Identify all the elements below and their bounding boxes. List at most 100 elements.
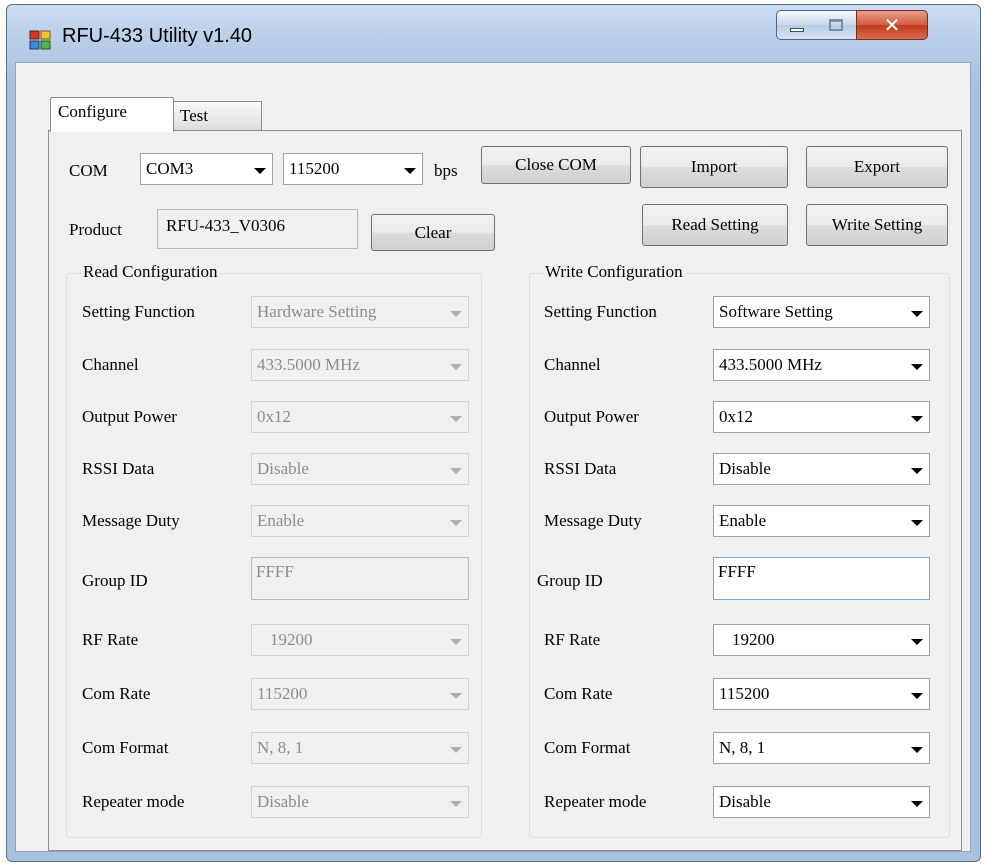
- com-port-select[interactable]: COM3: [140, 153, 273, 185]
- read-repeater-mode-select: Disable: [251, 786, 469, 818]
- minimize-button[interactable]: [776, 10, 817, 40]
- chevron-down-icon: [450, 747, 462, 753]
- write-setting-function-value: Software Setting: [719, 302, 833, 321]
- read-com-format-label: Com Format: [82, 738, 169, 757]
- write-com-format-label: Com Format: [544, 738, 631, 757]
- read-rf-rate-select: 19200: [251, 624, 469, 656]
- read-configuration-title: Read Configuration: [81, 262, 220, 282]
- read-setting-function-select: Hardware Setting: [251, 296, 469, 328]
- tab-configure[interactable]: Configure: [50, 97, 174, 132]
- write-configuration-title: Write Configuration: [543, 262, 685, 282]
- product-field: RFU-433_V0306: [157, 209, 358, 249]
- chevron-down-icon: [450, 801, 462, 807]
- write-repeater-mode-select[interactable]: Disable: [713, 786, 930, 818]
- chevron-down-icon: [911, 416, 923, 422]
- write-repeater-mode-label: Repeater mode: [544, 792, 647, 811]
- write-channel-select[interactable]: 433.5000 MHz: [713, 349, 930, 381]
- write-com-rate-label: Com Rate: [544, 684, 613, 703]
- read-setting-function-value: Hardware Setting: [257, 302, 377, 321]
- read-channel-value: 433.5000 MHz: [257, 355, 360, 374]
- write-rssi-data-value: Disable: [719, 459, 771, 478]
- write-group-id-input[interactable]: FFFF: [713, 557, 930, 600]
- read-rf-rate-label: RF Rate: [82, 630, 139, 649]
- write-output-power-value: 0x12: [719, 407, 753, 426]
- write-setting-button[interactable]: Write Setting: [806, 204, 948, 246]
- maximize-button[interactable]: [816, 10, 857, 40]
- read-rssi-data-select: Disable: [251, 453, 469, 485]
- chevron-down-icon: [911, 468, 923, 474]
- read-message-duty-label: Message Duty: [82, 511, 180, 530]
- app-window-icon: [29, 30, 51, 50]
- read-channel-select: 433.5000 MHz: [251, 349, 469, 381]
- read-group-id-value: FFFF: [256, 562, 294, 581]
- chevron-down-icon: [911, 801, 923, 807]
- close-button[interactable]: ✕: [856, 10, 928, 40]
- chevron-down-icon: [911, 311, 923, 317]
- com-port-value: COM3: [146, 159, 194, 178]
- read-com-format-select: N, 8, 1: [251, 732, 469, 764]
- chevron-down-icon: [404, 168, 416, 174]
- export-button[interactable]: Export: [806, 146, 948, 188]
- chevron-down-icon: [450, 468, 462, 474]
- write-group-id-value: FFFF: [718, 562, 756, 581]
- write-repeater-mode-value: Disable: [719, 792, 771, 811]
- chevron-down-icon: [911, 693, 923, 699]
- read-message-duty-select: Enable: [251, 505, 469, 537]
- write-rssi-data-select[interactable]: Disable: [713, 453, 930, 485]
- clear-button[interactable]: Clear: [371, 214, 495, 251]
- read-setting-function-label: Setting Function: [82, 302, 195, 321]
- write-message-duty-value: Enable: [719, 511, 767, 530]
- read-group-id-label: Group ID: [82, 571, 148, 590]
- read-rssi-data-label: RSSI Data: [82, 459, 155, 478]
- write-setting-function-select[interactable]: Software Setting: [713, 296, 930, 328]
- write-com-rate-value: 115200: [719, 684, 770, 703]
- read-com-rate-select: 115200: [251, 678, 469, 710]
- write-channel-label: Channel: [544, 355, 601, 374]
- read-com-rate-label: Com Rate: [82, 684, 151, 703]
- chevron-down-icon: [450, 311, 462, 317]
- read-com-rate-value: 115200: [257, 684, 308, 703]
- baud-rate-select[interactable]: 115200: [283, 153, 423, 185]
- read-rssi-data-value: Disable: [257, 459, 309, 478]
- write-channel-value: 433.5000 MHz: [719, 355, 822, 374]
- write-message-duty-label: Message Duty: [544, 511, 642, 530]
- chevron-down-icon: [450, 416, 462, 422]
- write-output-power-select[interactable]: 0x12: [713, 401, 930, 433]
- chevron-down-icon: [254, 168, 266, 174]
- close-icon: ✕: [883, 13, 901, 37]
- baud-rate-value: 115200: [289, 159, 340, 178]
- read-setting-button[interactable]: Read Setting: [642, 204, 788, 246]
- read-repeater-mode-label: Repeater mode: [82, 792, 185, 811]
- chevron-down-icon: [911, 639, 923, 645]
- maximize-icon: [829, 19, 843, 31]
- tab-test[interactable]: Test: [172, 101, 262, 131]
- write-com-format-select[interactable]: N, 8, 1: [713, 732, 930, 764]
- chevron-down-icon: [911, 364, 923, 370]
- close-com-button[interactable]: Close COM: [481, 146, 631, 184]
- write-com-format-value: N, 8, 1: [719, 738, 766, 757]
- read-group-id-field: FFFF: [251, 557, 469, 600]
- minimize-icon: [790, 28, 804, 32]
- write-group-id-label: Group ID: [537, 571, 603, 590]
- chevron-down-icon: [911, 520, 923, 526]
- read-output-power-label: Output Power: [82, 407, 177, 426]
- read-output-power-select: 0x12: [251, 401, 469, 433]
- read-repeater-mode-value: Disable: [257, 792, 309, 811]
- chevron-down-icon: [450, 364, 462, 370]
- read-message-duty-value: Enable: [257, 511, 305, 530]
- chevron-down-icon: [450, 520, 462, 526]
- write-output-power-label: Output Power: [544, 407, 639, 426]
- write-rf-rate-value: 19200: [732, 630, 775, 649]
- window-title: RFU-433 Utility v1.40: [62, 25, 253, 47]
- product-label: Product: [69, 220, 122, 239]
- chevron-down-icon: [450, 639, 462, 645]
- import-button[interactable]: Import: [640, 146, 788, 188]
- write-message-duty-select[interactable]: Enable: [713, 505, 930, 537]
- bps-label: bps: [434, 161, 458, 180]
- write-rf-rate-select[interactable]: 19200: [713, 624, 930, 656]
- com-label: COM: [69, 161, 108, 180]
- read-output-power-value: 0x12: [257, 407, 291, 426]
- product-value: RFU-433_V0306: [166, 216, 286, 235]
- write-com-rate-select[interactable]: 115200: [713, 678, 930, 710]
- write-rf-rate-label: RF Rate: [544, 630, 601, 649]
